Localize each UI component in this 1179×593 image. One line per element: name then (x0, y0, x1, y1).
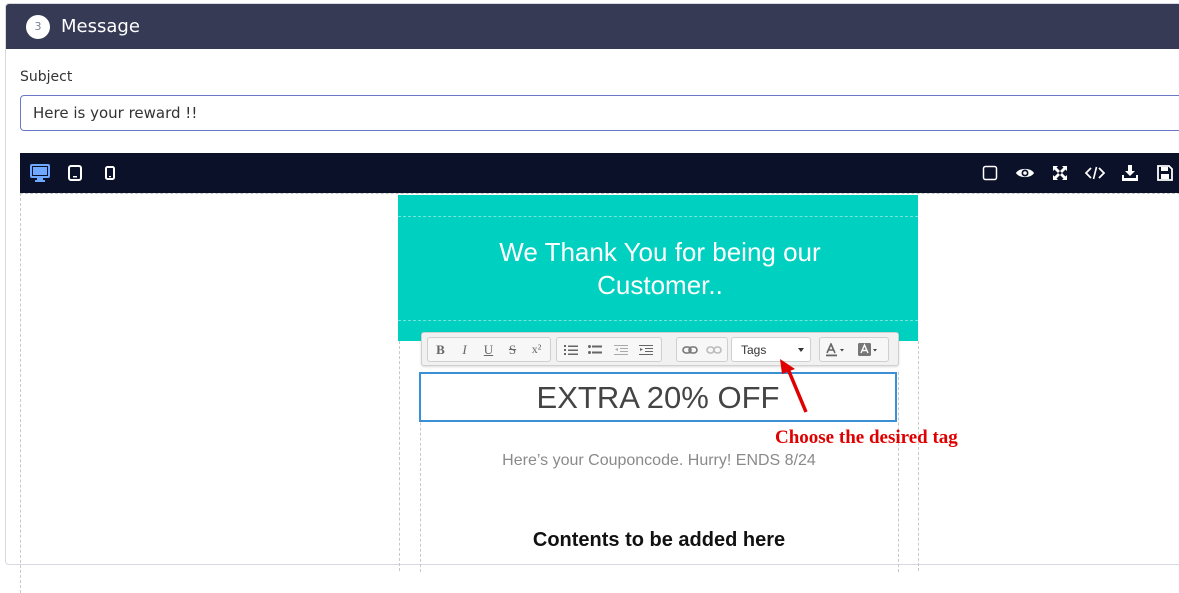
highlight-color-icon (858, 342, 877, 356)
save-icon (1157, 165, 1173, 181)
bold-button[interactable]: B (429, 338, 452, 361)
bullet-list-button[interactable] (583, 338, 606, 361)
section-title: Message (61, 16, 140, 37)
tablet-icon (68, 165, 82, 181)
code-icon (1085, 166, 1105, 180)
fullscreen-icon (1053, 166, 1067, 180)
fullscreen-button[interactable] (1048, 161, 1072, 185)
superscript-button[interactable]: x² (525, 338, 548, 361)
step-number-badge: 3 (26, 14, 50, 39)
square-icon (982, 165, 998, 181)
background-color-button[interactable] (855, 338, 885, 361)
section-header: 3 Message (6, 4, 1179, 49)
link-group (676, 337, 728, 362)
coupon-text[interactable]: Here’s your Couponcode. Hurry! ENDS 8/24 (421, 452, 897, 470)
rich-text-toolbar: B I U S x² Tags (421, 332, 899, 366)
font-color-icon (826, 342, 844, 356)
contents-placeholder-text[interactable]: Contents to be added here (421, 529, 897, 552)
outdent-icon (613, 344, 628, 355)
annotation-arrow-icon (780, 359, 808, 413)
subject-input[interactable] (20, 95, 1179, 131)
outdent-button[interactable] (609, 338, 632, 361)
text-format-group: B I U S x² (427, 337, 551, 362)
selected-text-block[interactable]: EXTRA 20% OFF (419, 372, 897, 422)
underline-button[interactable]: U (477, 338, 500, 361)
indent-button[interactable] (634, 338, 657, 361)
link-icon (681, 345, 698, 354)
editor-toolbar (20, 153, 1179, 193)
preview-button[interactable] (1013, 161, 1037, 185)
ordered-list-button[interactable] (559, 338, 582, 361)
unlink-button[interactable] (702, 338, 725, 361)
list-indent-group (556, 337, 662, 362)
export-button[interactable] (1118, 161, 1142, 185)
color-group (819, 337, 889, 362)
banner-text[interactable]: We Thank You for being our Customer.. (440, 236, 880, 302)
link-button[interactable] (678, 338, 701, 361)
unlink-icon (705, 345, 722, 354)
italic-button[interactable]: I (453, 338, 476, 361)
mobile-view-button[interactable] (98, 161, 122, 185)
strikethrough-button[interactable]: S (501, 338, 524, 361)
font-color-button[interactable] (822, 338, 852, 361)
annotation-text: Choose the desired tag (775, 427, 958, 448)
subject-label: Subject (20, 69, 73, 85)
indent-icon (638, 344, 653, 355)
chevron-down-icon (798, 348, 804, 352)
tablet-view-button[interactable] (63, 161, 87, 185)
borders-toggle-button[interactable] (978, 161, 1002, 185)
download-icon (1122, 165, 1138, 181)
desktop-icon (30, 164, 50, 182)
bullet-list-icon (587, 344, 602, 354)
tags-label: Tags (741, 343, 767, 357)
eye-icon (1016, 168, 1034, 178)
save-template-button[interactable] (1153, 161, 1177, 185)
mobile-icon (105, 166, 115, 180)
desktop-view-button[interactable] (28, 161, 52, 185)
ordered-list-icon (563, 344, 578, 355)
headline-text[interactable]: EXTRA 20% OFF (421, 380, 895, 416)
code-view-button[interactable] (1083, 161, 1107, 185)
